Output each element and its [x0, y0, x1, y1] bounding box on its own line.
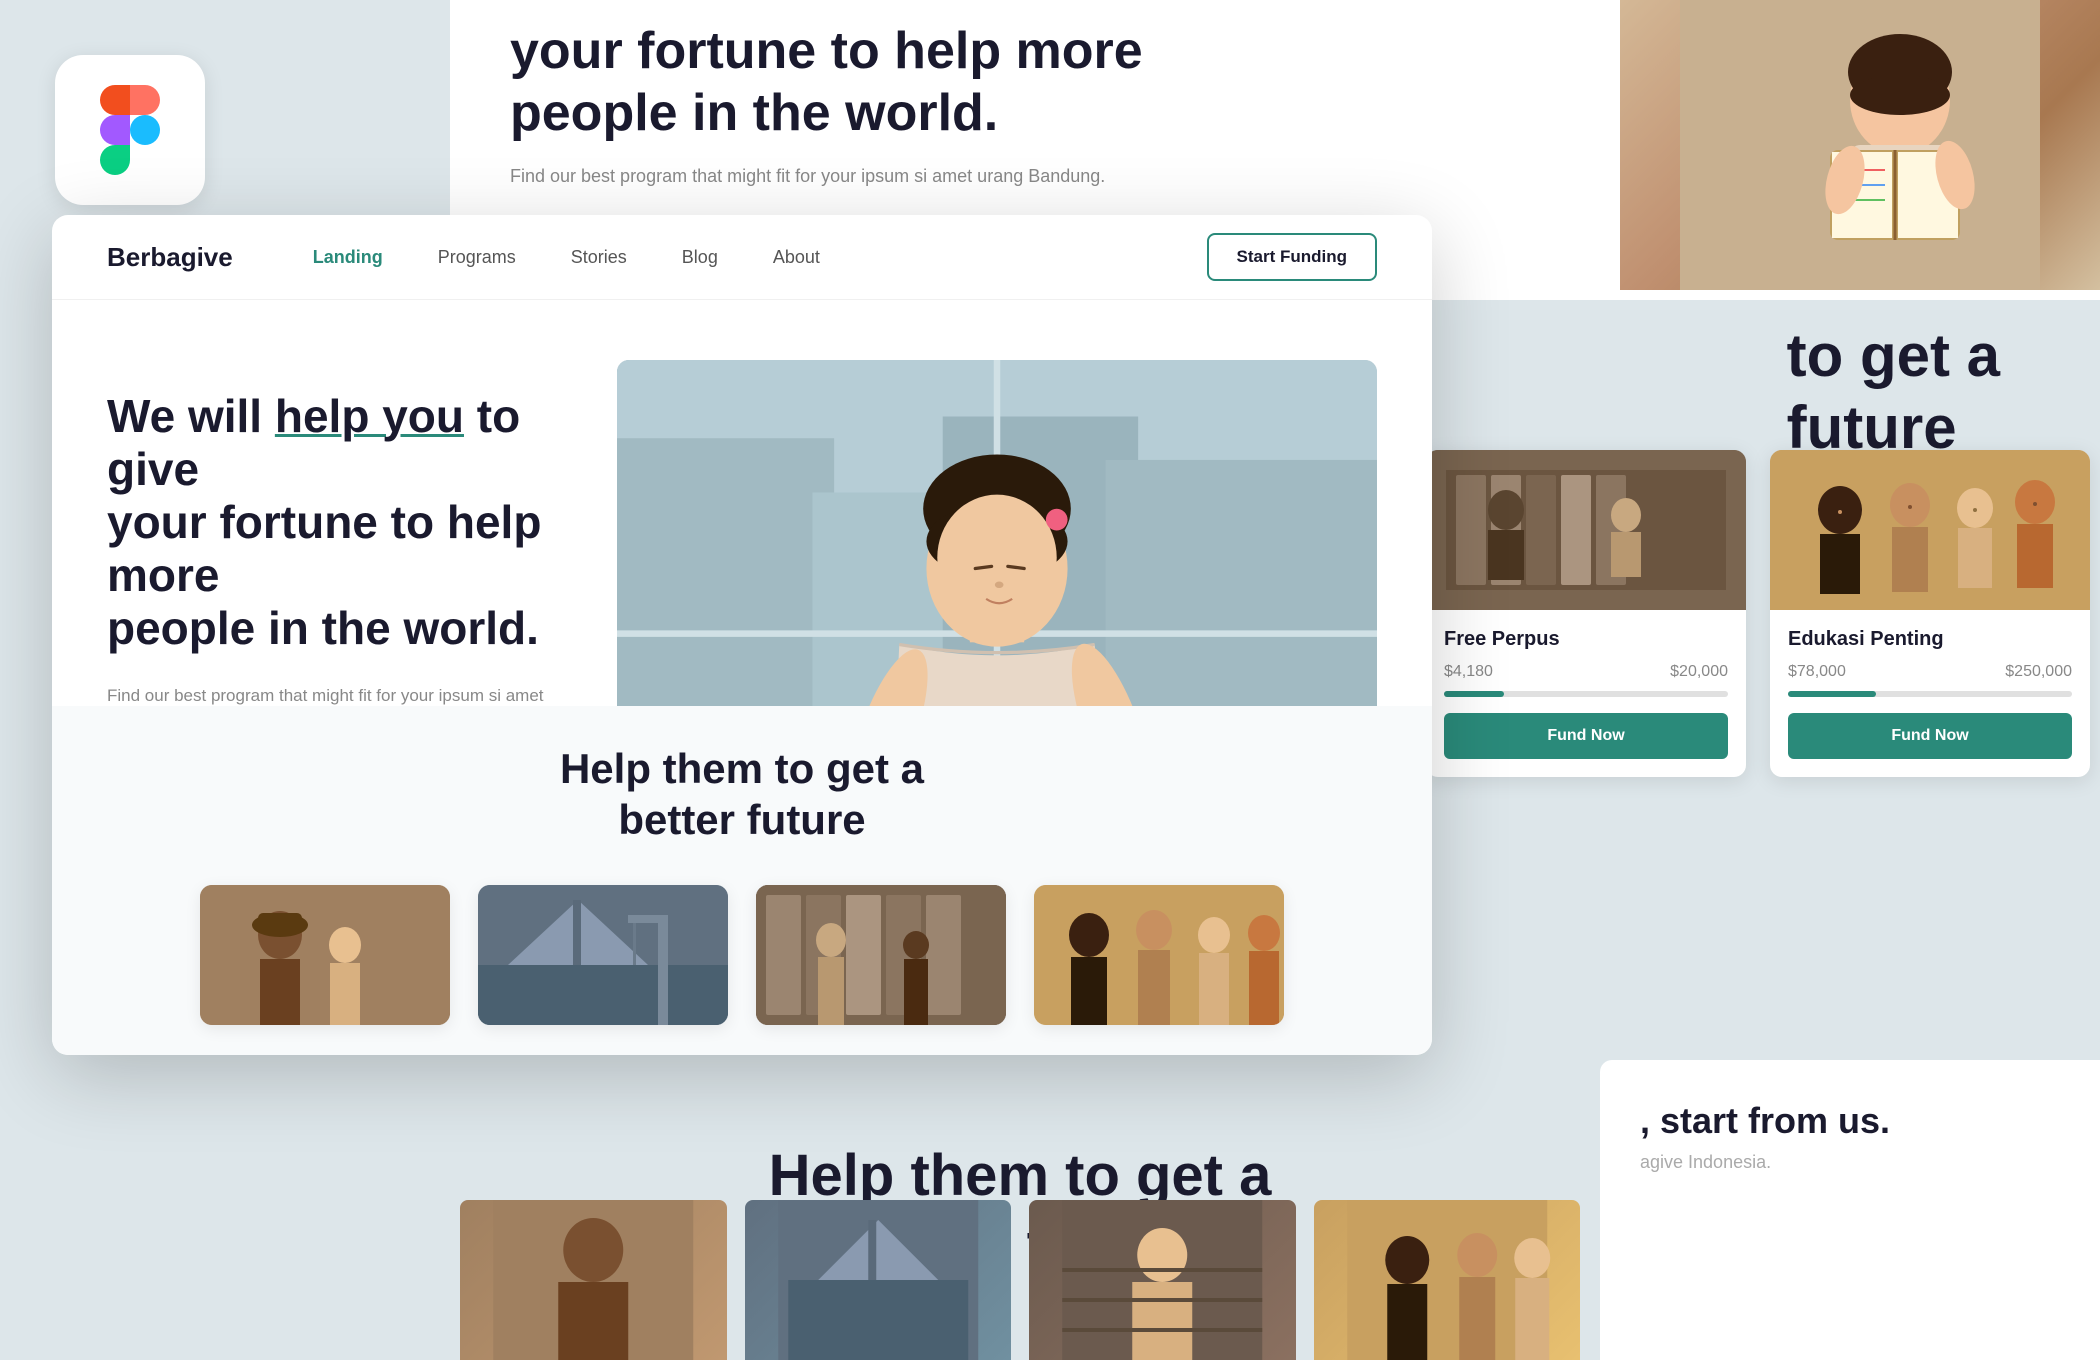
hero-title: We will help you to giveyour fortune to …: [107, 390, 587, 654]
bg-card-1-raised: $4,180: [1444, 663, 1493, 681]
bg-card-2-progress-bar: [1788, 691, 2072, 697]
bg-card-1-title: Free Perpus: [1444, 628, 1728, 651]
bg-photo-row: [460, 1200, 1580, 1360]
nav-link-programs[interactable]: Programs: [438, 247, 516, 268]
bg-card-1-goal: $20,000: [1670, 663, 1728, 681]
bg-card-2-fund-button[interactable]: Fund Now: [1788, 713, 2072, 759]
program-card-2-image: [478, 885, 728, 1025]
bg-hero-title: your fortune to help more people in the …: [510, 20, 1143, 145]
program-card-4-image: [1034, 885, 1284, 1025]
bg-bottom-section: , start from us. agive Indonesia.: [1600, 1060, 2100, 1360]
bg-photo-1: [460, 1200, 727, 1360]
bg-section-text-line1: to get a: [1787, 320, 2000, 392]
bg-card-2-image: [1770, 450, 2090, 610]
program-card-2: [478, 885, 728, 1025]
main-browser-window: Berbagive Landing Programs Stories Blog …: [52, 215, 1432, 1055]
bg-photo-4: [1314, 1200, 1581, 1360]
hero-title-highlight: help you: [275, 390, 464, 442]
bg-card-1-fund-button[interactable]: Fund Now: [1444, 713, 1728, 759]
nav-link-stories[interactable]: Stories: [571, 247, 627, 268]
bg-card-2-raised: $78,000: [1788, 663, 1846, 681]
nav-links: Landing Programs Stories Blog About: [313, 247, 820, 268]
bg-card-1-progress-fill: [1444, 691, 1504, 697]
hero-title-pre: We will: [107, 390, 275, 442]
nav-link-about[interactable]: About: [773, 247, 820, 268]
navbar: Berbagive Landing Programs Stories Blog …: [52, 215, 1432, 300]
bg-card-2-title: Edukasi Penting: [1788, 628, 2072, 651]
program-card-1-image: [200, 885, 450, 1025]
bg-card-2-goal: $250,000: [2005, 663, 2072, 681]
bg-bottom-sub-text: agive Indonesia.: [1640, 1152, 2060, 1173]
bg-card-1-amounts: $4,180 $20,000: [1444, 663, 1728, 681]
logo: Berbagive: [107, 242, 233, 273]
bg-top-hero-image: [1620, 0, 2100, 290]
program-card-1: [200, 885, 450, 1025]
program-card-3: [756, 885, 1006, 1025]
bg-card-1-body: Free Perpus $4,180 $20,000 Fund Now: [1426, 610, 1746, 777]
logo-text: Berbagive: [107, 242, 233, 273]
bg-card-2-progress-fill: [1788, 691, 1876, 697]
bg-child-photo: [1620, 0, 2100, 290]
programs-section: Help them to get a better future: [52, 706, 1432, 1055]
bg-card-1-progress-bar: [1444, 691, 1728, 697]
bg-photo-2: [745, 1200, 1012, 1360]
nav-link-blog[interactable]: Blog: [682, 247, 718, 268]
program-card-4: [1034, 885, 1284, 1025]
bg-hero-subtitle: Find our best program that might fit for…: [510, 163, 1143, 190]
programs-section-title: Help them to get a better future: [107, 744, 1377, 845]
bg-card-2-amounts: $78,000 $250,000: [1788, 663, 2072, 681]
start-funding-button[interactable]: Start Funding: [1207, 233, 1377, 281]
bg-program-cards-row: Free Perpus $4,180 $20,000 Fund Now: [1426, 450, 2090, 777]
bg-photo-3: [1029, 1200, 1296, 1360]
bg-section-heading: to get a future: [1787, 320, 2000, 464]
bg-program-card-2: Edukasi Penting $78,000 $250,000 Fund No…: [1770, 450, 2090, 777]
bg-card-2-body: Edukasi Penting $78,000 $250,000 Fund No…: [1770, 610, 2090, 777]
program-cards-grid: [107, 885, 1377, 1025]
program-card-3-image: [756, 885, 1006, 1025]
bg-card-1-image: [1426, 450, 1746, 610]
bg-program-card-1: Free Perpus $4,180 $20,000 Fund Now: [1426, 450, 1746, 777]
nav-link-landing[interactable]: Landing: [313, 247, 383, 268]
figma-logo-box: [55, 55, 205, 205]
bg-bottom-main-text: , start from us.: [1640, 1100, 2060, 1142]
